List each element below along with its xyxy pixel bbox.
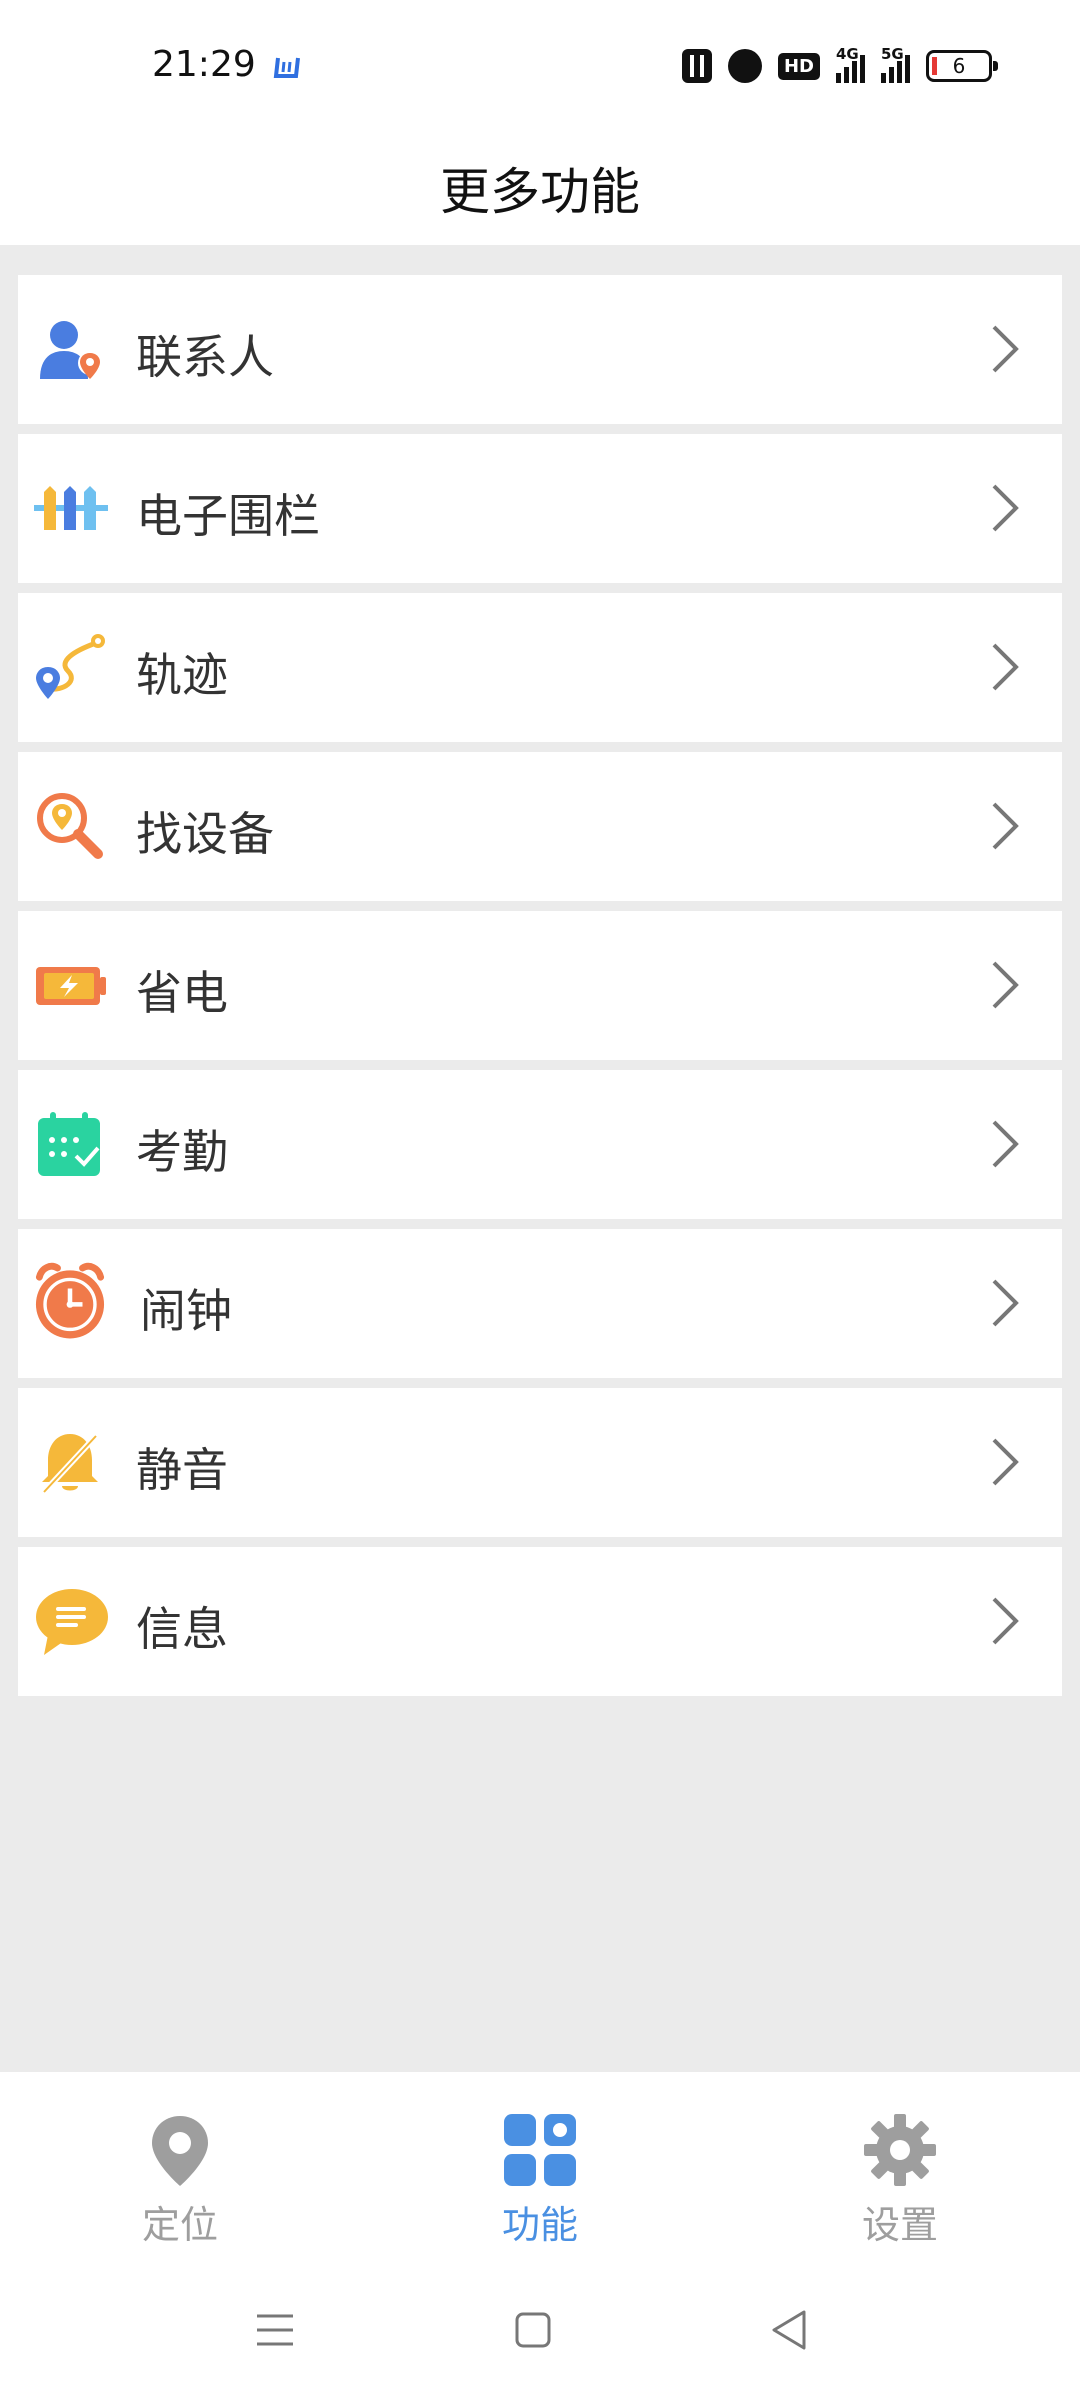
tab-label: 功能	[501, 2203, 578, 2247]
grid-icon	[504, 2114, 576, 2186]
menu-item-attendance[interactable]: 考勤	[18, 1070, 1062, 1219]
menu-item-alarm[interactable]: 闹钟	[18, 1229, 1062, 1378]
menu-item-label: 电子围栏	[136, 489, 320, 543]
menu-item-label: 省电	[136, 966, 228, 1020]
page-title: 更多功能	[440, 162, 640, 221]
gear-icon	[864, 2114, 936, 2186]
tab-settings[interactable]: 设置	[800, 2112, 1000, 2249]
chevron-right-icon	[992, 961, 1019, 1009]
menu-item-label: 轨迹	[136, 648, 228, 702]
menu-item-contacts[interactable]: 联系人	[18, 275, 1062, 424]
hd-icon: HD	[777, 52, 820, 80]
tab-location[interactable]: 定位	[80, 2112, 280, 2249]
menu-item-power-saving[interactable]: 省电	[18, 911, 1062, 1060]
signal-4g-label: 4G	[836, 45, 859, 63]
mute-bell-icon	[41, 1433, 99, 1495]
home-square-icon[interactable]	[503, 2300, 563, 2360]
signal-5g-icon: 5G	[881, 45, 910, 83]
find-device-icon	[37, 793, 103, 859]
battery-icon: 6	[926, 50, 998, 82]
status-bar: 21:29 HD 4G 5G 6	[0, 0, 1080, 130]
page-header: 更多功能	[0, 130, 1080, 245]
menu-item-fence[interactable]: 电子围栏	[18, 434, 1062, 583]
tab-functions[interactable]: 功能	[440, 2112, 640, 2249]
attendance-icon	[38, 1112, 100, 1176]
status-icons: HD 4G 5G 6	[681, 45, 998, 86]
alarm-status-icon	[727, 49, 762, 83]
chevron-right-icon	[992, 484, 1019, 532]
status-time: 21:29	[152, 44, 256, 85]
chevron-right-icon	[992, 1279, 1019, 1327]
chevron-right-icon	[992, 802, 1019, 850]
location-pin-icon	[152, 2116, 208, 2186]
chevron-right-icon	[992, 1120, 1019, 1168]
menu-item-message[interactable]: 信息	[18, 1547, 1062, 1696]
contact-icon	[40, 321, 102, 379]
menu-item-mute[interactable]: 静音	[18, 1388, 1062, 1537]
tab-label: 定位	[141, 2203, 218, 2247]
function-menu: 联系人 电子围栏 轨迹 找设备 省电 考勤 闹钟 静音 信息	[18, 275, 1062, 1706]
menu-icon[interactable]	[245, 2300, 305, 2360]
fence-icon	[34, 486, 108, 530]
chevron-right-icon	[992, 1438, 1019, 1486]
tab-label: 设置	[861, 2203, 938, 2247]
chevron-right-icon	[992, 325, 1019, 373]
menu-item-label: 闹钟	[140, 1284, 232, 1338]
menu-item-label: 找设备	[136, 807, 274, 861]
app-notification-icon	[273, 57, 300, 78]
system-nav-bar	[0, 2280, 1080, 2390]
back-triangle-icon[interactable]	[760, 2300, 820, 2360]
battery-saver-icon	[36, 967, 106, 1005]
message-icon	[36, 1589, 108, 1655]
menu-item-find-device[interactable]: 找设备	[18, 752, 1062, 901]
chevron-right-icon	[992, 643, 1019, 691]
signal-4g-icon: 4G	[836, 45, 865, 83]
chevron-right-icon	[992, 1597, 1019, 1645]
signal-5g-label: 5G	[881, 45, 904, 63]
menu-item-label: 信息	[136, 1602, 228, 1656]
nfc-icon	[681, 49, 712, 83]
menu-item-label: 静音	[136, 1443, 228, 1497]
menu-item-label: 联系人	[136, 330, 274, 384]
battery-level: 6	[952, 54, 966, 78]
route-icon	[36, 634, 105, 699]
alarm-clock-icon	[35, 1262, 105, 1339]
menu-item-label: 考勤	[136, 1125, 228, 1179]
menu-item-route[interactable]: 轨迹	[18, 593, 1062, 742]
